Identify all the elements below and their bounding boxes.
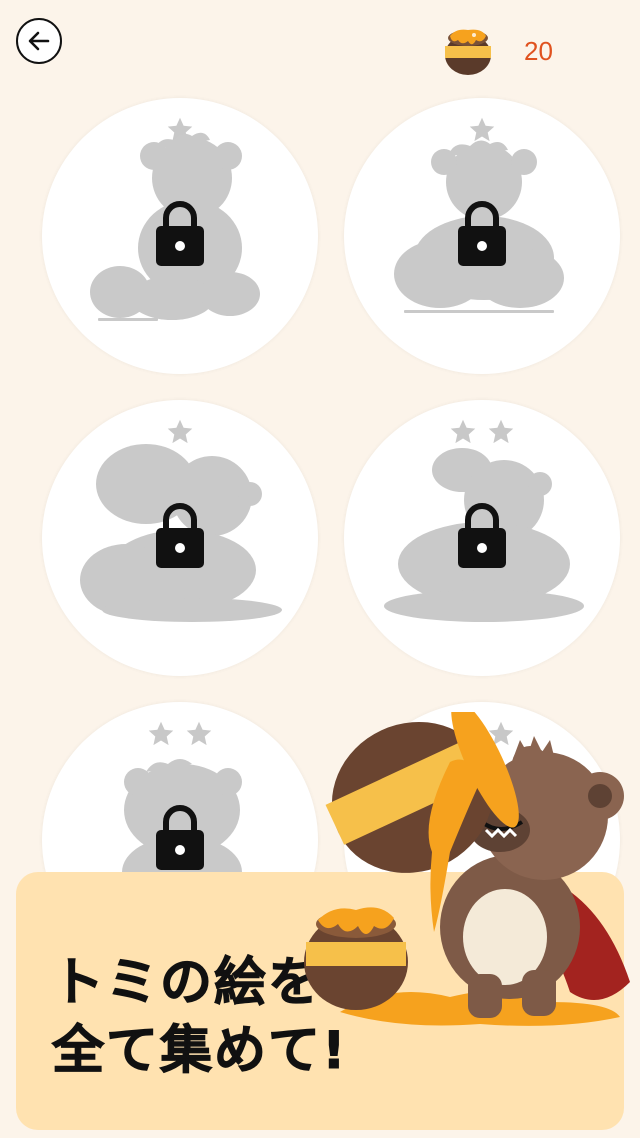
lock-icon xyxy=(156,805,204,870)
promo-headline-line1: トミの絵を xyxy=(51,953,323,1014)
back-button[interactable] xyxy=(16,18,62,64)
lock-icon xyxy=(458,503,506,568)
gallery-card[interactable] xyxy=(42,400,318,676)
lock-icon xyxy=(156,201,204,266)
honey-count: 20 xyxy=(524,36,553,66)
honey-counter: 20 xyxy=(442,26,582,76)
gallery-card[interactable] xyxy=(344,400,620,676)
gallery-card[interactable] xyxy=(344,98,620,374)
lock-icon xyxy=(458,201,506,266)
arrow-left-icon xyxy=(28,31,50,51)
lock-icon xyxy=(156,503,204,568)
gallery-card[interactable] xyxy=(42,98,318,374)
bear-mascot-illustration xyxy=(304,712,630,1026)
honey-pot-icon xyxy=(445,29,491,75)
